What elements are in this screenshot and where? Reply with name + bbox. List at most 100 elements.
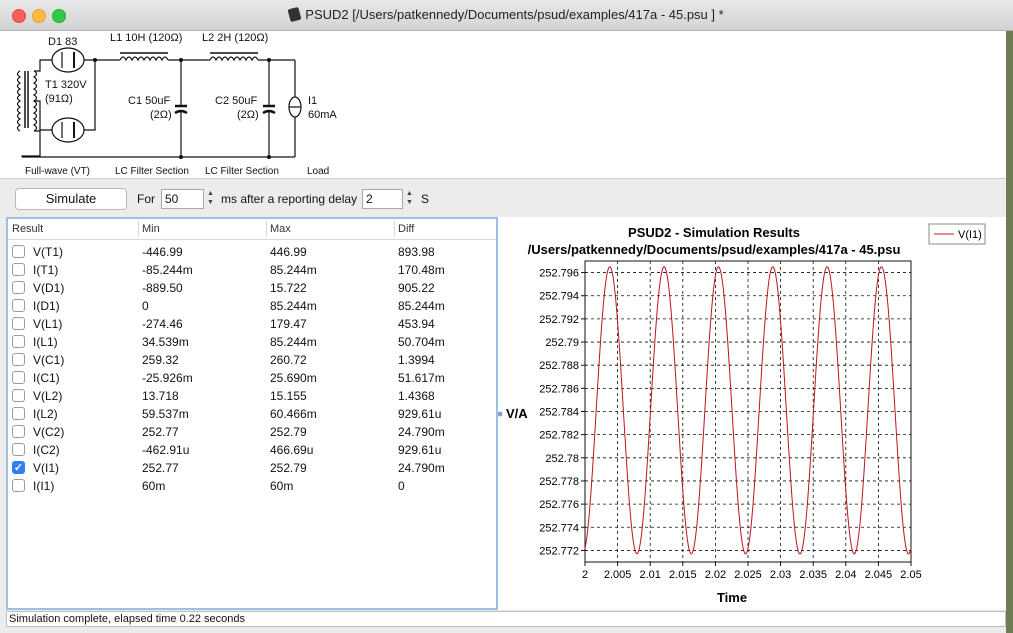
cell-min: -25.926m <box>142 371 193 385</box>
plot-checkbox[interactable] <box>12 299 25 312</box>
cell-min: -889.50 <box>142 281 183 295</box>
table-row[interactable]: I(T1) -85.244m 85.244m 170.48m <box>8 261 496 279</box>
chart-title: PSUD2 - Simulation Results <box>628 225 800 240</box>
duration-input[interactable]: 50 <box>161 189 204 209</box>
y-tick-label: 252.784 <box>539 407 579 419</box>
window-title-text: PSUD2 [/Users/patkennedy/Documents/psud/… <box>305 7 724 22</box>
cell-diff: 170.48m <box>398 263 445 277</box>
table-row[interactable]: V(C2) 252.77 252.79 24.790m <box>8 423 496 441</box>
column-header-min[interactable]: Min <box>142 223 160 235</box>
cell-max: 260.72 <box>270 353 307 367</box>
cell-max: 252.79 <box>270 425 307 439</box>
plot-checkbox[interactable] <box>12 335 25 348</box>
table-row[interactable]: V(L2) 13.718 15.155 1.4368 <box>8 387 496 405</box>
plot-checkbox[interactable] <box>12 353 25 366</box>
y-tick-label: 252.796 <box>539 268 579 280</box>
load-section-caption[interactable]: Load <box>307 166 329 177</box>
y-axis-label: V/A <box>506 406 528 421</box>
delay-stepper[interactable]: ▲ ▼ <box>404 189 415 207</box>
x-tick-label: 2 <box>582 569 588 581</box>
cell-max: 25.690m <box>270 371 317 385</box>
cell-max: 179.47 <box>270 317 307 331</box>
column-header-diff[interactable]: Diff <box>398 223 414 235</box>
cell-diff: 893.98 <box>398 245 435 259</box>
table-row[interactable]: V(C1) 259.32 260.72 1.3994 <box>8 351 496 369</box>
x-tick-label: 2.04 <box>835 569 856 581</box>
cell-name: I(T1) <box>33 263 59 277</box>
cell-max: 15.722 <box>270 281 307 295</box>
cell-diff: 905.22 <box>398 281 435 295</box>
for-label: For <box>137 192 155 206</box>
cell-name: I(C1) <box>33 371 60 385</box>
plot-checkbox[interactable] <box>12 389 25 402</box>
cell-name: V(C2) <box>33 425 65 439</box>
splitter-handle <box>497 411 503 417</box>
simulate-button[interactable]: Simulate <box>15 188 127 210</box>
cell-diff: 24.790m <box>398 461 445 475</box>
table-row[interactable]: I(I1) 60m 60m 0 <box>8 477 496 495</box>
table-row[interactable]: I(L2) 59.537m 60.466m 929.61u <box>8 405 496 423</box>
cell-name: I(C2) <box>33 443 60 457</box>
plot-checkbox[interactable] <box>12 263 25 276</box>
x-tick-label: 2.035 <box>799 569 827 581</box>
plot-checkbox[interactable] <box>12 281 25 294</box>
simulation-toolbar: Simulate For 50 ▲ ▼ ms after a reporting … <box>0 179 1006 217</box>
plot-checkbox[interactable] <box>12 425 25 438</box>
results-table[interactable]: Result Min Max Diff V(T1) -446.99 446.99 89… <box>6 217 498 610</box>
plot-checkbox[interactable] <box>12 317 25 330</box>
plot-checkbox[interactable] <box>12 443 25 456</box>
cell-name: I(I1) <box>33 479 55 493</box>
capacitor-c2-label: C2 50uF <box>215 95 258 107</box>
cell-min: 13.718 <box>142 389 179 403</box>
transformer-primary-coil <box>16 70 22 132</box>
rectifier-section-caption[interactable]: Full-wave (VT) <box>25 166 90 177</box>
table-row[interactable]: V(L1) -274.46 179.47 453.94 <box>8 315 496 333</box>
circuit-schematic: D1 83 T1 320V (91Ω) L1 10H (120Ω) L2 2H … <box>0 31 1006 179</box>
document-icon <box>287 6 302 23</box>
inductor-l2 <box>209 56 259 62</box>
table-row[interactable]: V(T1) -446.99 446.99 893.98 <box>8 243 496 261</box>
duration-stepper[interactable]: ▲ ▼ <box>205 189 216 207</box>
y-tick-label: 252.78 <box>545 453 579 465</box>
table-row[interactable]: I(L1) 34.539m 85.244m 50.704m <box>8 333 496 351</box>
cell-max: 85.244m <box>270 263 317 277</box>
filter-section-1-caption[interactable]: LC Filter Section <box>115 166 189 177</box>
table-row[interactable]: I(C2) -462.91u 466.69u 929.61u <box>8 441 496 459</box>
x-tick-label: 2.005 <box>604 569 632 581</box>
cell-min: -446.99 <box>142 245 183 259</box>
results-chart-pane: PSUD2 - Simulation Results/Users/patkenn… <box>497 217 1006 610</box>
y-tick-label: 252.774 <box>539 522 579 534</box>
cell-min: 259.32 <box>142 353 179 367</box>
table-row[interactable]: I(C1) -25.926m 25.690m 51.617m <box>8 369 496 387</box>
table-row[interactable]: I(D1) 0 85.244m 85.244m <box>8 297 496 315</box>
table-row[interactable]: V(D1) -889.50 15.722 905.22 <box>8 279 496 297</box>
plot-checkbox[interactable] <box>12 371 25 384</box>
column-header-max[interactable]: Max <box>270 223 291 235</box>
load-label: I1 <box>308 95 318 107</box>
plot-checkbox[interactable] <box>12 479 25 492</box>
title-bar[interactable]: PSUD2 [/Users/patkennedy/Documents/psud/… <box>0 0 1013 31</box>
cell-name: V(C1) <box>33 353 65 367</box>
filter-section-2-caption[interactable]: LC Filter Section <box>205 166 279 177</box>
cell-min: -462.91u <box>142 443 190 457</box>
transformer-resistance: (91Ω) <box>45 93 73 105</box>
cell-name: I(L2) <box>33 407 58 421</box>
app-window: PSUD2 [/Users/patkennedy/Documents/psud/… <box>0 0 1013 633</box>
x-tick-label: 2.015 <box>669 569 697 581</box>
plot-checkbox[interactable]: ✓ <box>12 461 25 474</box>
cell-max: 252.79 <box>270 461 307 475</box>
cell-max: 466.69u <box>270 443 314 457</box>
cell-min: -274.46 <box>142 317 183 331</box>
cell-max: 60m <box>270 479 294 493</box>
cell-name: V(L2) <box>33 389 63 403</box>
table-row[interactable]: ✓ V(I1) 252.77 252.79 24.790m <box>8 459 496 477</box>
y-tick-label: 252.792 <box>539 314 579 326</box>
delay-input[interactable]: 2 <box>362 189 403 209</box>
plot-checkbox[interactable] <box>12 245 25 258</box>
cell-diff: 929.61u <box>398 407 442 421</box>
cell-max: 60.466m <box>270 407 317 421</box>
y-tick-label: 252.79 <box>545 337 579 349</box>
plot-checkbox[interactable] <box>12 407 25 420</box>
column-header-result[interactable]: Result <box>12 223 43 235</box>
table-header: Result Min Max Diff <box>8 219 496 240</box>
